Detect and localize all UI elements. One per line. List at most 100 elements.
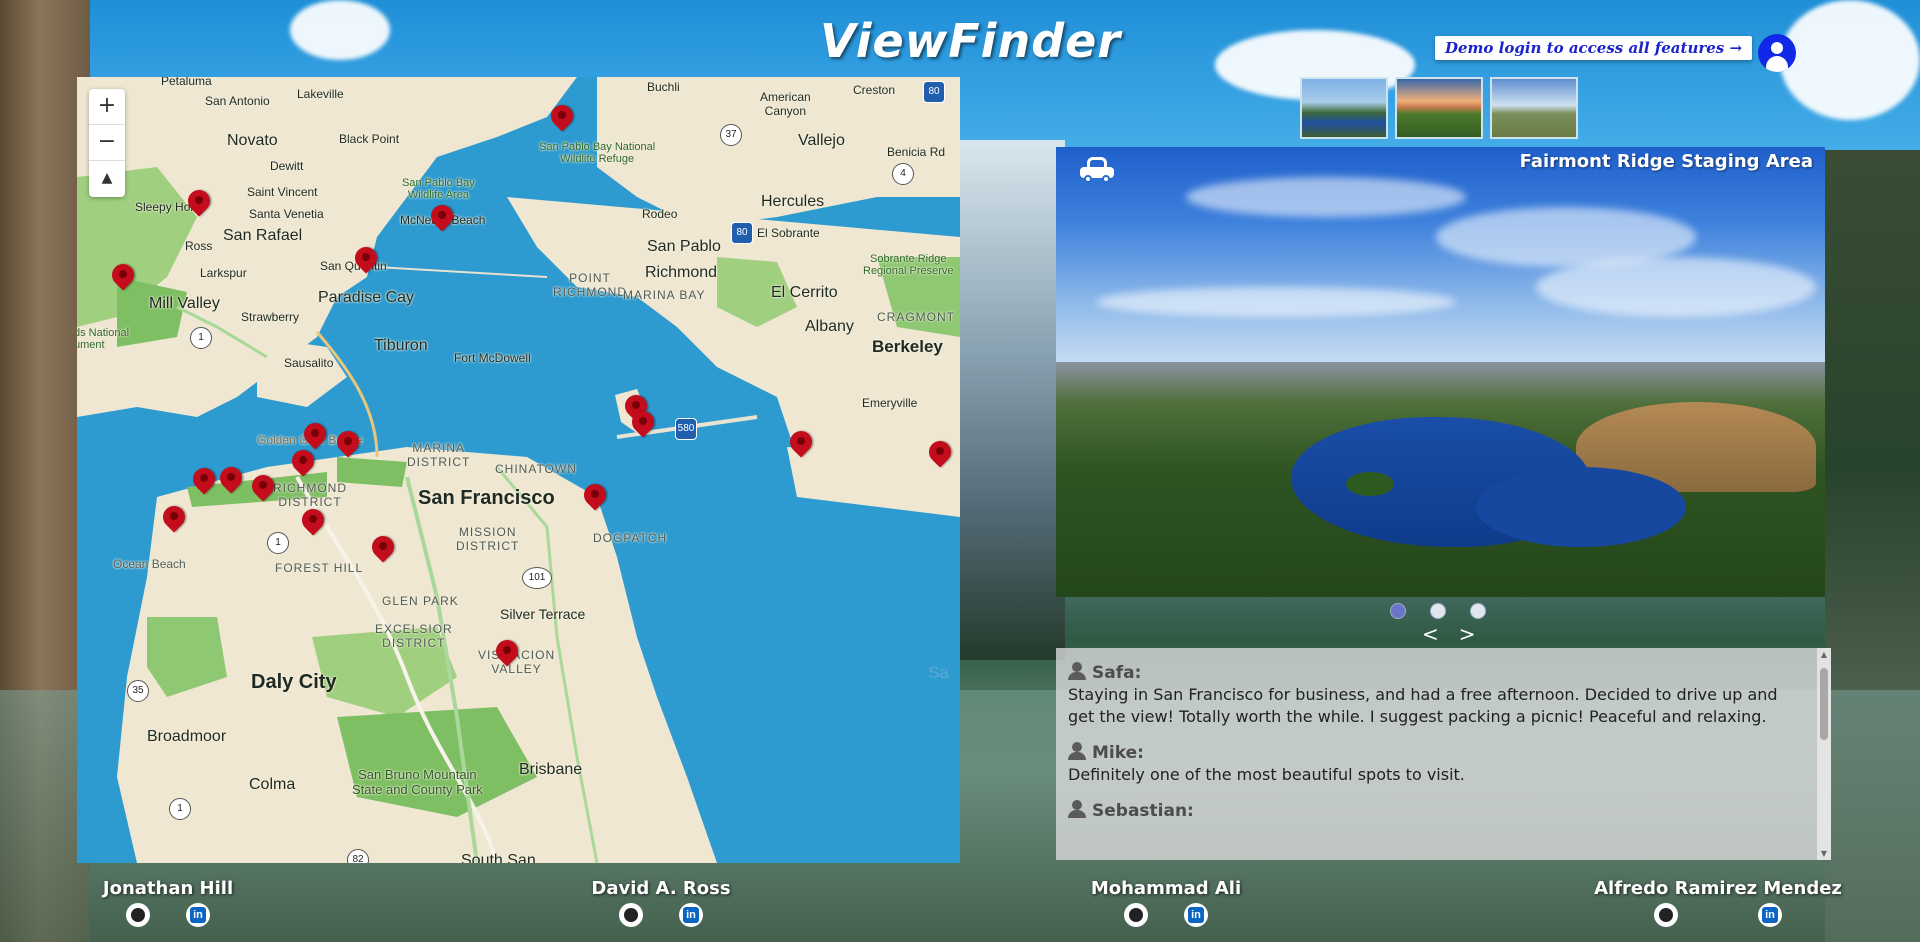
reviews-scrollbar[interactable]: ▲ ▼ (1817, 648, 1831, 860)
photo-viewer: Fairmont Ridge Staging Area (1056, 147, 1825, 597)
zoom-in-button[interactable]: + (89, 89, 125, 125)
route-shield: 580 (675, 418, 697, 440)
map-label: Santa Venetia (249, 207, 324, 221)
map-label: San Antonio (205, 94, 270, 108)
user-icon (1068, 742, 1086, 760)
demo-login-button[interactable]: Demo login to access all features → (1435, 36, 1753, 60)
map-label: DOGPATCH (593, 531, 668, 545)
map-label: Sausalito (284, 356, 334, 370)
location-pin[interactable] (551, 105, 573, 135)
photo-lake (1476, 467, 1686, 547)
reviews-panel[interactable]: Safa: Staying in San Francisco for busin… (1056, 648, 1831, 860)
location-pin[interactable] (929, 441, 951, 471)
map-label: Tiburon (374, 337, 428, 354)
map-label: El Cerrito (771, 284, 838, 301)
reviewer-name: Sebastian: (1068, 800, 1803, 821)
linkedin-icon[interactable] (186, 903, 210, 927)
map-label: EXCELSIOR DISTRICT (375, 622, 453, 650)
linkedin-icon[interactable] (679, 903, 703, 927)
map-label: Vallejo (798, 132, 845, 149)
github-icon[interactable] (619, 903, 643, 927)
map-label: Sobrante Ridge Regional Preserve (863, 253, 954, 277)
location-pin[interactable] (188, 190, 210, 220)
reviewer-name: Safa: (1068, 662, 1803, 683)
location-pin[interactable] (337, 431, 359, 461)
location-pin[interactable] (790, 431, 812, 461)
photo-thumbnails (1300, 77, 1578, 139)
photo-cloud (1096, 287, 1456, 317)
user-circle-icon[interactable] (1758, 34, 1796, 72)
linkedin-icon[interactable] (1184, 903, 1208, 927)
route-shield: 1 (169, 798, 191, 820)
map-label: Novato (227, 132, 278, 149)
map-label: Hercules (761, 193, 825, 210)
map-label: Sa (928, 663, 949, 682)
map-label: Saint Vincent (247, 185, 318, 199)
map-label: Ross (185, 239, 213, 253)
scroll-up-icon[interactable]: ▲ (1819, 650, 1829, 659)
location-pin[interactable] (632, 411, 654, 441)
photo-cloud (1536, 257, 1816, 317)
user-icon (1068, 662, 1086, 680)
map-label: South San (461, 852, 536, 863)
scroll-down-icon[interactable]: ▼ (1819, 849, 1829, 858)
photo-thumbnail[interactable] (1490, 77, 1578, 139)
map-label: El Sobrante (757, 226, 820, 240)
carousel-dot[interactable] (1390, 603, 1406, 619)
review-item: Sebastian: (1068, 800, 1803, 821)
carousel-dot[interactable] (1470, 603, 1486, 619)
next-button[interactable]: > (1459, 622, 1476, 646)
location-pin[interactable] (496, 640, 518, 670)
route-shield: 1 (267, 532, 289, 554)
location-pin[interactable] (112, 264, 134, 294)
location-pin[interactable] (252, 475, 274, 505)
github-icon[interactable] (126, 903, 150, 927)
photo-thumbnail[interactable] (1395, 77, 1483, 139)
location-title: Fairmont Ridge Staging Area (1519, 151, 1813, 172)
map-label: Ocean Beach (113, 557, 186, 571)
team-member-name: Jonathan Hill (102, 878, 234, 899)
map-label: Colma (249, 776, 296, 793)
car-icon (1080, 155, 1114, 183)
location-pin[interactable] (163, 506, 185, 536)
route-shield: 80 (923, 81, 945, 103)
location-pin[interactable] (193, 468, 215, 498)
map-label: Dewitt (270, 159, 304, 173)
map-label: Petaluma (161, 77, 212, 88)
team-member-name: David A. Ross (591, 878, 731, 899)
review-item: Mike: Definitely one of the most beautif… (1068, 742, 1803, 786)
map-label: Emeryville (862, 396, 918, 410)
location-pin[interactable] (292, 450, 314, 480)
github-icon[interactable] (1654, 903, 1678, 927)
zoom-out-button[interactable]: − (89, 125, 125, 161)
carousel-dot[interactable] (1430, 603, 1446, 619)
map-label: San Pablo Bay National Wildlife Refuge (539, 141, 656, 165)
scrollbar-thumb[interactable] (1820, 668, 1828, 740)
location-pin[interactable] (584, 484, 606, 514)
app-title: ViewFinder (820, 14, 1122, 68)
location-pin[interactable] (431, 205, 453, 235)
photo-island (1346, 472, 1394, 496)
location-pin[interactable] (372, 536, 394, 566)
compass-icon[interactable]: ▲ (89, 161, 125, 197)
location-pin[interactable] (220, 467, 242, 497)
map-label: ds National ument (77, 327, 130, 351)
map-label: Broadmoor (147, 728, 227, 745)
map-label: San Pablo (647, 238, 721, 255)
map[interactable]: + − ▲ Petaluma San Antonio Lakeville Nov… (77, 77, 960, 863)
photo-thumbnail[interactable] (1300, 77, 1388, 139)
prev-button[interactable]: < (1422, 622, 1439, 646)
map-label: Fort McDowell (454, 351, 531, 365)
location-pin[interactable] (302, 509, 324, 539)
github-icon[interactable] (1124, 903, 1148, 927)
map-label: Daly City (251, 671, 337, 693)
linkedin-icon[interactable] (1758, 903, 1782, 927)
location-pin[interactable] (304, 423, 326, 453)
carousel-arrows: < > (1412, 622, 1486, 646)
location-pin[interactable] (355, 247, 377, 277)
map-label: Benicia Rd (887, 145, 946, 159)
route-shield: 80 (731, 222, 753, 244)
user-icon (1068, 800, 1086, 818)
reviewer-name-text: Sebastian: (1092, 801, 1194, 821)
zoom-control: + − ▲ (89, 89, 125, 197)
